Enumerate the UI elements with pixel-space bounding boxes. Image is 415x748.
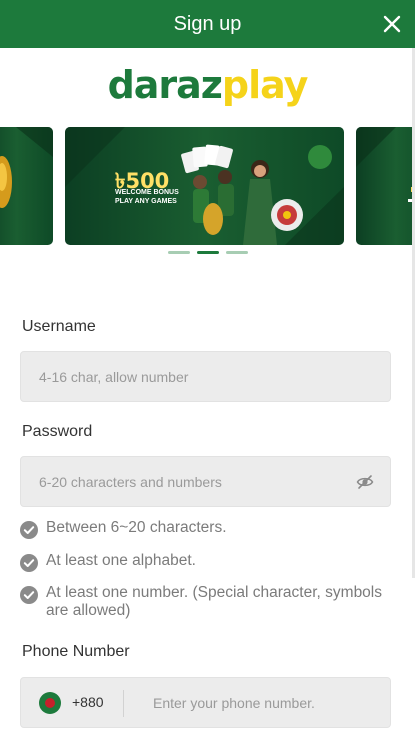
phone-divider — [123, 690, 124, 717]
username-input[interactable] — [39, 352, 369, 401]
carousel-slide-active[interactable]: ৳500 WELCOME BONUS PLAY ANY GAMES — [65, 127, 344, 245]
carousel-dot[interactable] — [225, 251, 248, 254]
eye-slash-icon[interactable] — [356, 473, 374, 491]
logo-text-part2: play — [221, 63, 308, 107]
promo-carousel[interactable]: ৳500 WELCOME BONUS PLAY ANY GAMES — [0, 127, 415, 245]
phone-input[interactable] — [153, 678, 378, 727]
username-field[interactable] — [20, 351, 391, 402]
password-rule-text: At least one number. (Special character,… — [46, 584, 382, 619]
carousel-slide-next[interactable] — [356, 127, 415, 245]
phone-label: Phone Number — [22, 643, 130, 660]
check-circle-icon — [20, 521, 38, 539]
password-field[interactable] — [20, 456, 391, 507]
carousel-slide-prev[interactable] — [0, 127, 53, 245]
casino-promo-art-icon — [65, 127, 344, 245]
check-circle-icon — [20, 586, 38, 604]
header-bar: Sign up — [0, 0, 415, 48]
check-circle-icon — [20, 554, 38, 572]
username-label: Username — [22, 318, 96, 335]
country-code[interactable]: +880 — [72, 694, 104, 710]
password-rule: Between 6~20 characters. — [20, 519, 400, 539]
carousel-pagination — [0, 251, 415, 255]
bangladesh-flag-icon[interactable] — [39, 692, 61, 714]
carousel-dot-active[interactable] — [196, 251, 219, 254]
password-input[interactable] — [39, 457, 349, 506]
promo-line-2: PLAY ANY GAMES — [115, 198, 177, 205]
password-rule-text: At least one alphabet. — [46, 552, 196, 569]
promo-partial-art-icon — [356, 127, 414, 202]
promo-line-1: WELCOME BONUS — [115, 189, 179, 196]
trophy-graphic-icon — [0, 127, 53, 208]
brand-logo: darazplay — [0, 58, 415, 112]
phone-field[interactable]: +880 — [20, 677, 391, 728]
password-rule: At least one number. (Special character,… — [20, 584, 400, 620]
password-label: Password — [22, 423, 93, 440]
logo-text-part1: daraz — [107, 63, 223, 107]
password-rule-text: Between 6~20 characters. — [46, 519, 227, 536]
close-icon — [383, 15, 401, 33]
password-rule: At least one alphabet. — [20, 552, 400, 572]
page-title: Sign up — [173, 12, 242, 35]
signup-page: Sign up darazplay ৳500 WELCOME BONUS PLA… — [0, 0, 415, 748]
carousel-dot[interactable] — [167, 251, 190, 254]
close-button[interactable] — [379, 11, 405, 37]
